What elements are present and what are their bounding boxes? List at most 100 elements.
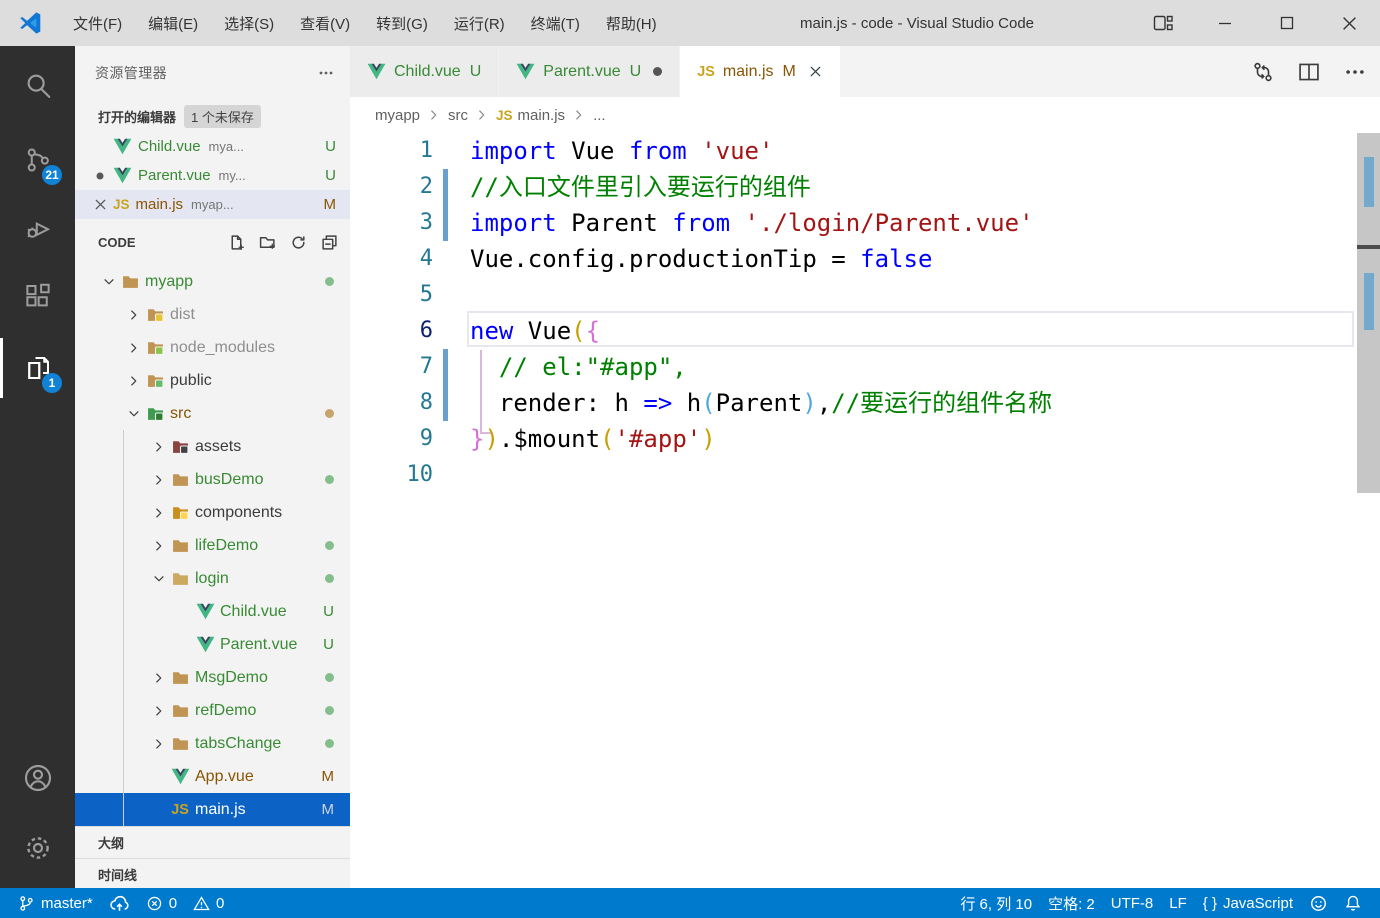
tree-item-node_modules[interactable]: node_modules [75,331,350,364]
activity-settings-gear-icon[interactable] [0,814,75,882]
tree-item-lifeDemo[interactable]: lifeDemo [75,529,350,562]
customize-layout-icon[interactable] [1132,0,1194,46]
tree-item-login[interactable]: login [75,562,350,595]
menu-item-7[interactable]: 终端(T) [518,0,593,46]
menu-item-5[interactable]: 转到(G) [363,0,441,46]
file-name: lifeDemo [195,536,259,554]
open-editor-item[interactable]: Parent.vue my... U [75,161,350,190]
vue [516,63,535,80]
timeline-section-header[interactable]: 时间线 [75,858,350,888]
tree-item-refDemo[interactable]: refDemo [75,694,350,727]
chevron-right-icon[interactable] [149,506,168,520]
tree-item-myapp[interactable]: myapp [75,265,350,298]
tree-item-tabsChange[interactable]: tabsChange [75,727,350,760]
tree-item-MsgDemo[interactable]: MsgDemo [75,661,350,694]
breadcrumb-item-main.js[interactable]: JS main.js [496,107,565,124]
status-warning-icon[interactable]: 0 [185,888,232,918]
breadcrumb-item-...[interactable]: ... [593,107,606,124]
breadcrumb-item-myapp[interactable]: myapp [375,107,420,124]
tree-item-Parent.vue[interactable]: Parent.vue U [75,628,350,661]
status-feedback-icon[interactable] [1301,888,1336,918]
activity-run-debug-icon[interactable] [0,194,75,262]
activity-extensions-icon[interactable] [0,262,75,330]
close-icon[interactable] [87,197,113,212]
activity-source-control-icon[interactable]: 21 [0,126,75,194]
activity-open-editors-pages-icon[interactable]: 1 [0,334,75,402]
code-line-5: 5 [350,277,1380,313]
tree-item-dist[interactable]: dist [75,298,350,331]
tree-item-Child.vue[interactable]: Child.vue U [75,595,350,628]
maximize-button[interactable] [1256,0,1318,46]
chevron-right-icon[interactable] [149,671,168,685]
dirty-dot-icon[interactable] [653,67,663,76]
js-file-icon: JS [171,801,189,818]
chevron-right-icon[interactable] [149,440,168,454]
breadcrumb-item-src[interactable]: src [448,107,468,124]
status-error-icon[interactable]: 0 [138,888,185,918]
outline-section-header[interactable]: 大纲 [75,826,350,858]
tree-item-App.vue[interactable]: App.vue M [75,760,350,793]
chevron-down-icon[interactable] [124,407,143,421]
ellipsis-icon[interactable] [1344,61,1366,83]
chevron-right-icon[interactable] [149,539,168,553]
close-icon[interactable] [808,64,823,79]
menu-item-2[interactable]: 编辑(E) [135,0,211,46]
tree-item-components[interactable]: components [75,496,350,529]
collapse-all-icon[interactable] [321,234,338,251]
menu-item-3[interactable]: 选择(S) [211,0,287,46]
folder-icon [168,504,192,521]
menu-item-8[interactable]: 帮助(H) [593,0,670,46]
new-folder-icon[interactable] [259,234,276,251]
chevron-right-icon[interactable] [149,473,168,487]
status-bell-icon[interactable] [1336,888,1370,918]
code-text: new Vue({ [470,317,601,345]
activity-badge: 1 [42,373,62,393]
close-button[interactable] [1318,0,1380,46]
open-editor-item[interactable]: Child.vue mya... U [75,132,350,161]
tree-item-assets[interactable]: assets [75,430,350,463]
tab-Child.vue[interactable]: Child.vue U [350,46,500,97]
chevron-down-icon[interactable] [149,572,168,586]
status-UTF-8[interactable]: UTF-8 [1103,888,1162,918]
menu-item-6[interactable]: 运行(R) [441,0,518,46]
chevron-right-icon[interactable] [124,374,143,388]
split-editor-icon[interactable] [1298,61,1320,83]
status-cloud-upload-icon[interactable] [101,888,138,918]
git-changes-dot [325,574,334,583]
tree-item-src[interactable]: src [75,397,350,430]
status-braces-icon[interactable]: { } JavaScript [1195,888,1301,918]
folder-section-header[interactable]: CODE [75,219,350,265]
menu-item-1[interactable]: 文件(F) [60,0,135,46]
new-file-icon[interactable] [228,234,245,251]
tree-item-busDemo[interactable]: busDemo [75,463,350,496]
code-editor[interactable]: 1 import Vue from 'vue' 2 //入口文件里引入要运行的组件 3 i… [350,133,1380,888]
chevron-right-icon[interactable] [124,341,143,355]
breadcrumb[interactable]: myapp src JS main.js... [350,97,1380,133]
chevron-down-icon[interactable] [99,275,118,289]
minimize-button[interactable] [1194,0,1256,46]
chevron-right-icon[interactable] [149,737,168,751]
more-actions-icon[interactable] [318,65,334,81]
open-changes-icon[interactable] [1252,61,1274,83]
tree-item-public[interactable]: public [75,364,350,397]
status-行 6, 列 10[interactable]: 行 6, 列 10 [952,888,1040,918]
chevron-right-icon[interactable] [149,704,168,718]
git-status-badge [325,673,334,682]
activity-account-icon[interactable] [0,744,75,812]
status-git-branch-icon[interactable]: master* [10,888,101,918]
tab-Parent.vue[interactable]: Parent.vue U [499,46,681,97]
file-description: myap... [191,197,234,212]
chevron-right-icon[interactable] [124,308,143,322]
tab-main.js[interactable]: JS main.js M [680,46,841,97]
open-editors-header[interactable]: 打开的编辑器 1 个未保存 [75,100,350,132]
status-LF[interactable]: LF [1161,888,1195,918]
activity-search-icon[interactable] [0,51,75,119]
status-bar: master* 0 0 行 6, 列 10 空格: 2 UTF-8 LF { } JavaSc… [0,888,1380,918]
status-空格: 2[interactable]: 空格: 2 [1040,888,1103,918]
tree-item-main.js[interactable]: JS main.js M [75,793,350,826]
title-bar: 文件(F) 编辑(E) 选择(S) 查看(V) 转到(G) 运行(R) 终端(T) 帮助(H)… [0,0,1380,46]
refresh-icon[interactable] [290,234,307,251]
menu-item-4[interactable]: 查看(V) [287,0,363,46]
line-number: 2 [419,174,433,199]
open-editor-item[interactable]: JS main.js myap... M [75,190,350,219]
